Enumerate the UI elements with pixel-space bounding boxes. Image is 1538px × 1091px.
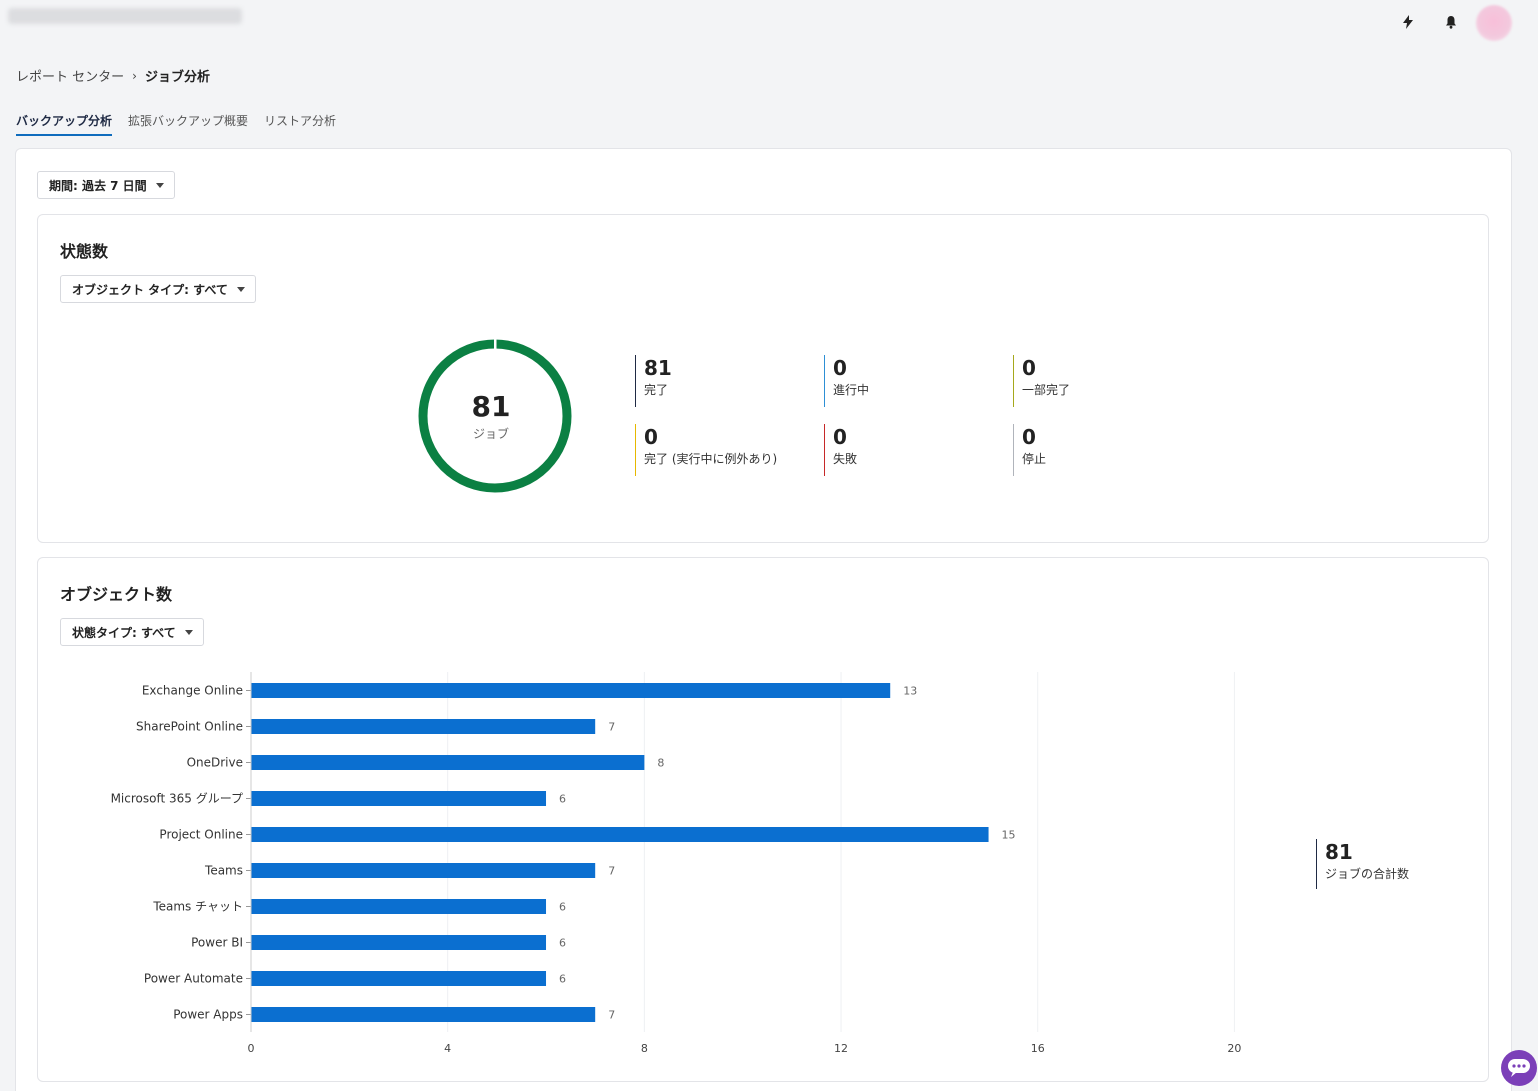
- x-tick-label: 4: [444, 1042, 451, 1055]
- total-jobs-label: ジョブの合計数: [1325, 867, 1410, 881]
- category-label: Microsoft 365 グループ: [111, 792, 243, 806]
- category-label: Power Automate: [144, 972, 243, 986]
- category-label: Power Apps: [173, 1008, 243, 1022]
- bar: [251, 719, 596, 734]
- data-label: 7: [608, 721, 615, 734]
- data-label: 7: [608, 1009, 615, 1022]
- x-tick-label: 0: [248, 1042, 255, 1055]
- bar: [251, 899, 547, 914]
- total-jobs: 81 ジョブの合計数: [1316, 839, 1409, 889]
- data-label: 6: [559, 901, 566, 914]
- x-tick-label: 12: [834, 1042, 848, 1055]
- bar: [251, 863, 596, 878]
- category-label: SharePoint Online: [136, 720, 243, 734]
- data-label: 6: [559, 937, 566, 950]
- chat-assistant-button[interactable]: [1501, 1050, 1537, 1086]
- data-label: 13: [903, 685, 917, 698]
- category-label: OneDrive: [187, 756, 243, 770]
- bar: [251, 971, 547, 986]
- total-jobs-value: 81: [1325, 840, 1353, 864]
- bar: [251, 827, 989, 842]
- category-label: Teams チャット: [152, 900, 243, 914]
- bar: [251, 935, 547, 950]
- bar: [251, 1007, 596, 1022]
- x-tick-label: 20: [1227, 1042, 1241, 1055]
- category-label: Exchange Online: [142, 684, 243, 698]
- category-label: Power BI: [191, 936, 243, 950]
- data-label: 8: [657, 757, 664, 770]
- bar: [251, 791, 547, 806]
- bar: [251, 683, 891, 698]
- data-label: 15: [1002, 829, 1016, 842]
- data-label: 6: [559, 793, 566, 806]
- data-label: 6: [559, 973, 566, 986]
- bar: [251, 755, 645, 770]
- data-label: 7: [608, 865, 615, 878]
- chat-bubble-icon: [1508, 1059, 1530, 1077]
- x-tick-label: 16: [1031, 1042, 1045, 1055]
- category-label: Project Online: [159, 828, 243, 842]
- category-label: Teams: [204, 864, 243, 878]
- object-count-bar-chart: 0 4 8 12 16 20 Exchange Online 13 SharePoint Onl…: [111, 672, 1241, 1055]
- x-tick-label: 8: [641, 1042, 648, 1055]
